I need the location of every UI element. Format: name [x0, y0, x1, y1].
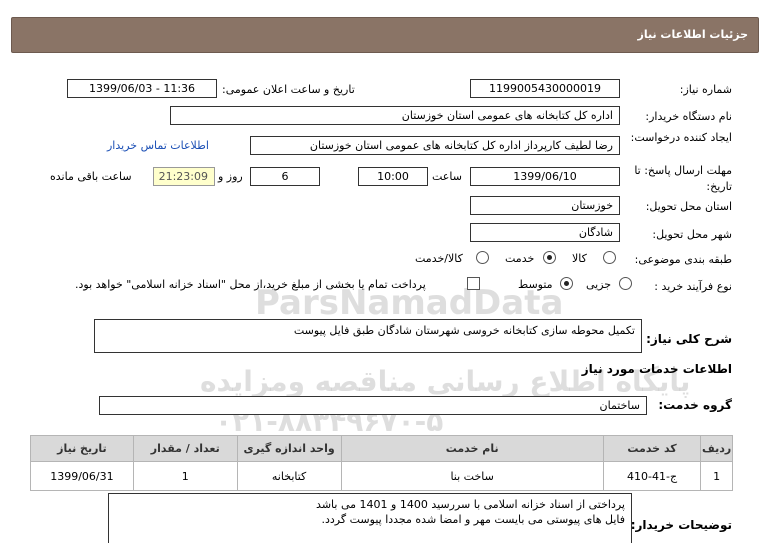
province-label: استان محل تحویل:	[645, 200, 732, 213]
cell-row-number: 1	[700, 461, 733, 491]
col-service-code: کد خدمت	[602, 435, 702, 462]
header-bar: جزئیات اطلاعات نیاز	[11, 17, 759, 53]
category-goods-service-label: کالا/خدمت	[415, 252, 463, 265]
col-unit: واحد اندازه گیری	[236, 435, 342, 462]
remaining-time-field: 21:23:09	[153, 167, 215, 186]
service-group-label: گروه خدمت:	[658, 398, 732, 412]
creator-field: رضا لطیف کارپرداز اداره کل کتابخانه های …	[250, 136, 620, 155]
page-title: جزئیات اطلاعات نیاز	[637, 28, 749, 41]
category-label: طبقه بندی موضوعی:	[634, 253, 732, 266]
city-field: شادگان	[470, 223, 620, 242]
cell-unit: کتابخانه	[236, 461, 342, 491]
cell-service-name: ساخت بنا	[340, 461, 604, 491]
deadline-time-field: 10:00	[358, 167, 428, 186]
services-section-title: اطلاعات خدمات مورد نیاز	[581, 362, 732, 376]
buyer-field: اداره کل کتابخانه های عمومی استان خوزستا…	[170, 106, 620, 125]
deadline-date-field: 1399/06/10	[470, 167, 620, 186]
process-medium-radio[interactable]	[560, 277, 573, 290]
col-service-name: نام خدمت	[340, 435, 604, 462]
process-minor-radio[interactable]	[619, 277, 632, 290]
buyer-notes-label: توضیحات خریدار:	[630, 518, 732, 532]
category-goods-label: کالا	[572, 252, 587, 265]
days-label: روز و	[218, 170, 243, 183]
cell-service-code: ج-41-410	[602, 461, 702, 491]
announce-label: تاریخ و ساعت اعلان عمومی:	[222, 83, 355, 96]
category-service-label: خدمت	[505, 252, 535, 265]
process-medium-label: متوسط	[518, 278, 553, 291]
need-number-label: شماره نیاز:	[679, 83, 732, 96]
buyer-notes-line-2: فایل های پیوستی می بایست مهر و امضا شده …	[321, 513, 625, 526]
category-service-radio[interactable]	[543, 251, 556, 264]
summary-label: شرح کلی نیاز:	[646, 332, 732, 346]
province-field: خوزستان	[470, 196, 620, 215]
table-row: 1 ج-41-410 ساخت بنا کتابخانه 1 1399/06/3…	[30, 461, 733, 491]
service-group-field: ساختمان	[99, 396, 647, 415]
days-remaining-field: 6	[250, 167, 320, 186]
summary-field: تکمیل محوطه سازی کتابخانه خروسی شهرستان …	[94, 319, 642, 353]
remaining-time-label: ساعت باقی مانده	[50, 170, 132, 183]
contact-buyer-link[interactable]: اطلاعات تماس خریدار	[107, 139, 209, 152]
process-label: نوع فرآیند خرید :	[654, 280, 732, 293]
treasury-payment-checkbox[interactable]	[467, 277, 480, 290]
category-goods-radio[interactable]	[603, 251, 616, 264]
treasury-payment-note: پرداخت تمام یا بخشی از مبلغ خرید،از محل …	[75, 278, 426, 291]
services-table: ردیف کد خدمت نام خدمت واحد اندازه گیری ت…	[30, 435, 733, 491]
buyer-notes-field: پرداختی از اسناد خزانه اسلامی با سررسید …	[108, 493, 632, 543]
buyer-notes-line-1: پرداختی از اسناد خزانه اسلامی با سررسید …	[316, 498, 625, 511]
deadline-label: مهلت ارسال پاسخ: تا تاریخ:	[634, 164, 732, 193]
col-row-number: ردیف	[700, 435, 733, 462]
cell-need-date: 1399/06/31	[30, 461, 134, 491]
buyer-label: نام دستگاه خریدار:	[645, 110, 732, 123]
col-need-date: تاریخ نیاز	[30, 435, 134, 462]
deadline-time-label: ساعت	[432, 170, 462, 183]
process-minor-label: جزیی	[586, 278, 612, 291]
cell-quantity: 1	[132, 461, 238, 491]
creator-label: ایجاد کننده درخواست:	[630, 131, 732, 144]
city-label: شهر محل تحویل:	[652, 228, 732, 241]
col-quantity: تعداد / مقدار	[132, 435, 238, 462]
category-goods-service-radio[interactable]	[476, 251, 489, 264]
announce-date-field: 1399/06/03 - 11:36	[67, 79, 217, 98]
need-number-field: 1199005430000019	[470, 79, 620, 98]
table-header-row: ردیف کد خدمت نام خدمت واحد اندازه گیری ت…	[30, 435, 733, 462]
